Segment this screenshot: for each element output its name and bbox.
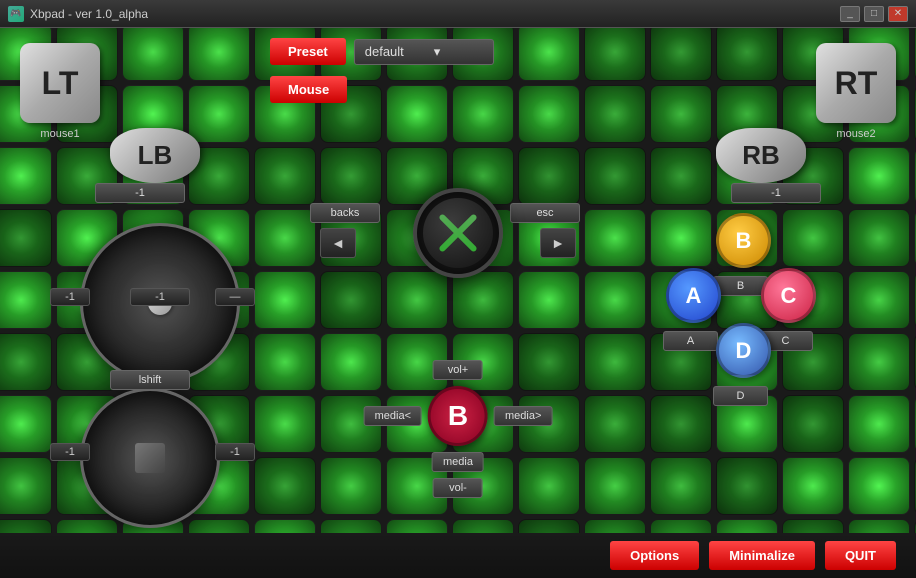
title-text: Xbpad - ver 1.0_alpha (30, 7, 148, 21)
lb-value-label: -1 (95, 183, 185, 203)
media-center-icon: B (448, 400, 468, 432)
b-button[interactable]: B (716, 213, 771, 268)
nav-left-button[interactable]: ◄ (320, 228, 356, 258)
left-stick-h-axis-right: — (215, 288, 255, 306)
rb-bumper-button[interactable]: RB (716, 128, 806, 183)
right-stick-top-label[interactable]: lshift (110, 370, 190, 390)
titlebar: 🎮 Xbpad - ver 1.0_alpha _ □ ✕ (0, 0, 916, 28)
right-stick-h-left: -1 (50, 443, 90, 461)
xbox-logo-button[interactable] (413, 188, 503, 278)
d-button-label: D (736, 338, 752, 364)
preset-value: default (365, 44, 404, 59)
vol-plus-button[interactable]: vol+ (433, 360, 483, 380)
media-center-button[interactable]: B (428, 386, 488, 446)
lt-trigger-label: mouse1 (20, 128, 100, 140)
app-icon: 🎮 (8, 6, 24, 22)
esc-button[interactable]: esc (510, 203, 580, 223)
c-button[interactable]: C (761, 268, 816, 323)
main-area: Preset default ▾ Mouse LT mouse1 RT mous… (0, 28, 916, 578)
a-button[interactable]: A (666, 268, 721, 323)
b-button-label: B (736, 228, 752, 254)
toolbar: Preset default ▾ (270, 38, 494, 65)
mouse-button[interactable]: Mouse (270, 76, 347, 103)
d-button[interactable]: D (716, 323, 771, 378)
left-stick-center[interactable]: -1 (130, 288, 190, 306)
options-button[interactable]: Options (610, 541, 699, 570)
quit-button[interactable]: QUIT (825, 541, 896, 570)
back-button[interactable]: backs (310, 203, 380, 223)
lt-trigger-button[interactable]: LT (20, 43, 100, 123)
media-area: vol+ media< B media> media vol- (364, 360, 553, 498)
right-stick-circle[interactable] (80, 388, 220, 528)
a-button-label: A (686, 283, 702, 309)
minimize-window-btn[interactable]: _ (840, 6, 860, 22)
left-stick-h-axis-left: -1 (50, 288, 90, 306)
rt-trigger-label: mouse2 (816, 128, 896, 140)
a-button-value: A (663, 331, 718, 351)
titlebar-left: 🎮 Xbpad - ver 1.0_alpha (8, 6, 148, 22)
dropdown-arrow-icon: ▾ (434, 44, 441, 60)
xbox-logo-inner (423, 198, 493, 268)
lb-bumper-button[interactable]: LB (110, 128, 200, 183)
vol-minus-button[interactable]: vol- (433, 478, 483, 498)
xbox-x-icon (433, 208, 483, 258)
restore-window-btn[interactable]: □ (864, 6, 884, 22)
preset-dropdown[interactable]: default ▾ (354, 39, 494, 65)
rb-value-label: -1 (731, 183, 821, 203)
right-stick-dot (135, 443, 165, 473)
titlebar-controls: _ □ ✕ (840, 6, 908, 22)
bottom-bar: Options Minimalize QUIT (0, 533, 916, 578)
nav-right-button[interactable]: ► (540, 228, 576, 258)
media-next-button[interactable]: media> (494, 406, 552, 426)
c-button-label: C (781, 283, 797, 309)
rt-trigger-button[interactable]: RT (816, 43, 896, 123)
d-button-value: D (713, 386, 768, 406)
media-prev-button[interactable]: media< (364, 406, 422, 426)
close-window-btn[interactable]: ✕ (888, 6, 908, 22)
minimalize-button[interactable]: Minimalize (709, 541, 815, 570)
b-button-value: B (713, 276, 768, 296)
right-stick-h-right: -1 (215, 443, 255, 461)
preset-button[interactable]: Preset (270, 38, 346, 65)
media-label[interactable]: media (432, 452, 484, 472)
